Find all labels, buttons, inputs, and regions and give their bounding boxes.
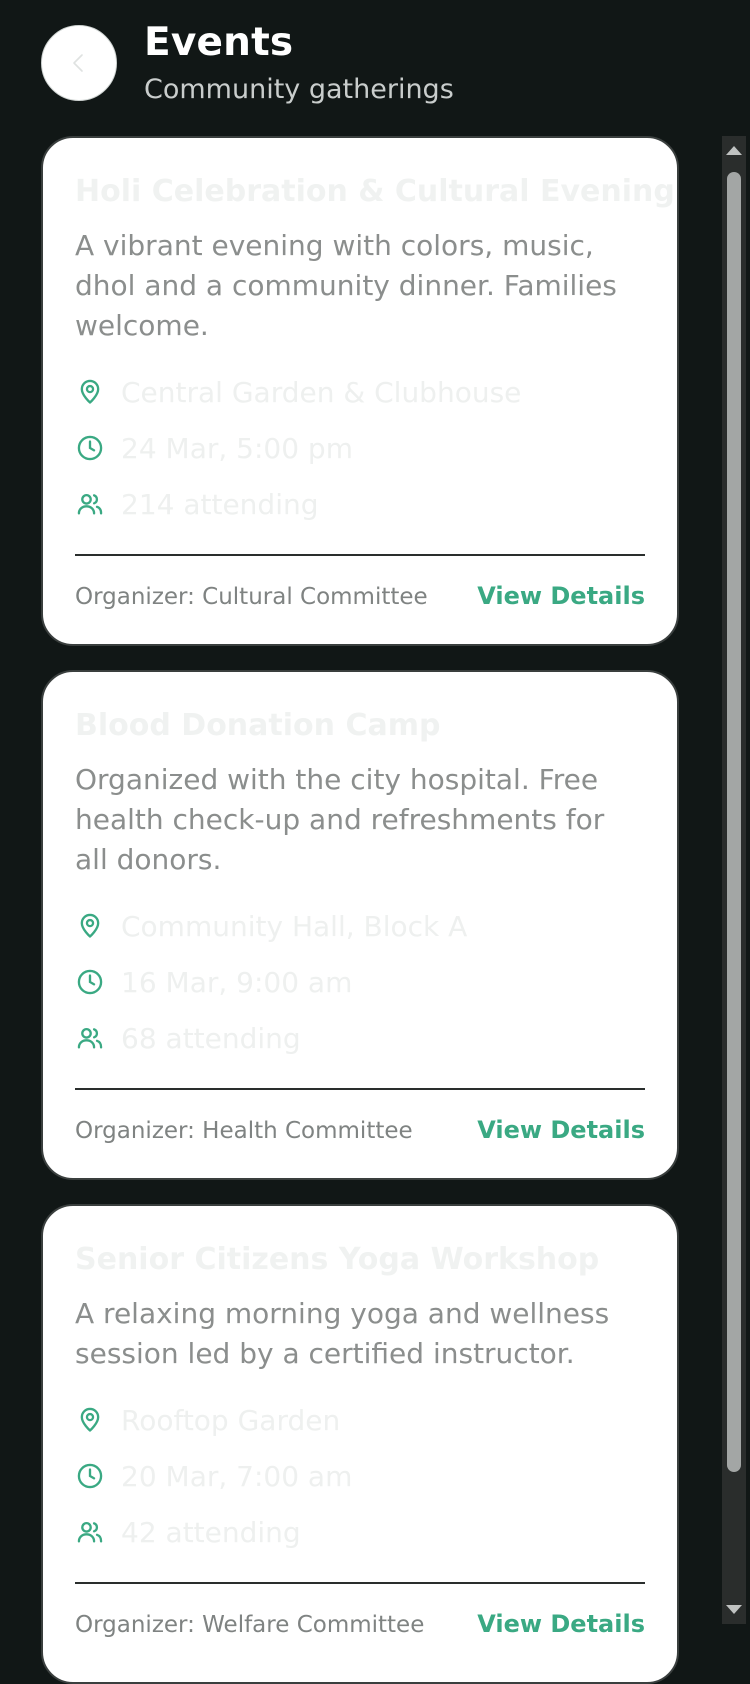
scrollbar[interactable] — [722, 136, 746, 1624]
attending-text: 68 attending — [121, 1021, 301, 1055]
event-datetime: 16 Mar, 9:00 am — [75, 962, 352, 1002]
event-datetime: 24 Mar, 5:00 pm — [75, 428, 353, 468]
location-text: Central Garden & Clubhouse — [121, 375, 522, 409]
view-details-link[interactable]: View Details — [477, 1116, 645, 1144]
event-card[interactable]: Senior Citizens Yoga Workshop A relaxing… — [41, 1204, 679, 1684]
event-description: A vibrant evening with colors, music, dh… — [75, 229, 617, 342]
card-divider — [75, 1582, 645, 1584]
organizer-text: Organizer: Cultural Committee — [75, 584, 428, 610]
organizer-text: Organizer: Health Committee — [75, 1118, 413, 1144]
header: Events Community gatherings — [0, 0, 750, 130]
users-icon — [75, 1023, 105, 1053]
page-title: Events — [144, 20, 294, 65]
map-pin-icon — [75, 911, 105, 941]
page-subtitle: Community gatherings — [144, 74, 454, 105]
back-button[interactable] — [41, 25, 117, 101]
card-divider — [75, 1088, 645, 1090]
datetime-text: 20 Mar, 7:00 am — [121, 1459, 353, 1493]
attending-text: 214 attending — [121, 487, 319, 521]
card-divider — [75, 554, 645, 556]
event-datetime: 20 Mar, 7:00 am — [75, 1456, 352, 1496]
scrollbar-thumb[interactable] — [727, 172, 741, 1472]
event-attendance: 214 attending — [75, 484, 319, 524]
event-title: Holi Celebration & Cultural Evening — [75, 174, 675, 209]
users-icon — [75, 489, 105, 519]
event-title: Senior Citizens Yoga Workshop — [75, 1242, 600, 1277]
chevron-left-icon — [73, 54, 83, 72]
datetime-text: 24 Mar, 5:00 pm — [121, 431, 353, 465]
event-location: Rooftop Garden — [75, 1400, 340, 1440]
location-text: Community Hall, Block A — [121, 909, 468, 943]
event-attendance: 68 attending — [75, 1018, 301, 1058]
datetime-text: 16 Mar, 9:00 am — [121, 965, 353, 999]
event-card[interactable]: Blood Donation Camp Organized with the c… — [41, 670, 679, 1180]
clock-icon — [75, 433, 105, 463]
users-icon — [75, 1517, 105, 1547]
clock-icon — [75, 1461, 105, 1491]
event-description: A relaxing morning yoga and wellness ses… — [75, 1297, 610, 1370]
location-text: Rooftop Garden — [121, 1403, 341, 1437]
event-location: Central Garden & Clubhouse — [75, 372, 521, 412]
event-attendance: 42 attending — [75, 1512, 301, 1552]
scroll-down-arrow-icon[interactable] — [726, 1605, 742, 1614]
map-pin-icon — [75, 1405, 105, 1435]
view-details-link[interactable]: View Details — [477, 582, 645, 610]
scroll-up-arrow-icon[interactable] — [726, 146, 742, 155]
attending-text: 42 attending — [121, 1515, 301, 1549]
clock-icon — [75, 967, 105, 997]
event-location: Community Hall, Block A — [75, 906, 467, 946]
event-card[interactable]: Holi Celebration & Cultural Evening A vi… — [41, 136, 679, 646]
event-description: Organized with the city hospital. Free h… — [75, 763, 605, 876]
view-details-link[interactable]: View Details — [477, 1610, 645, 1638]
event-title: Blood Donation Camp — [75, 708, 441, 743]
organizer-text: Organizer: Welfare Committee — [75, 1612, 425, 1638]
map-pin-icon — [75, 377, 105, 407]
